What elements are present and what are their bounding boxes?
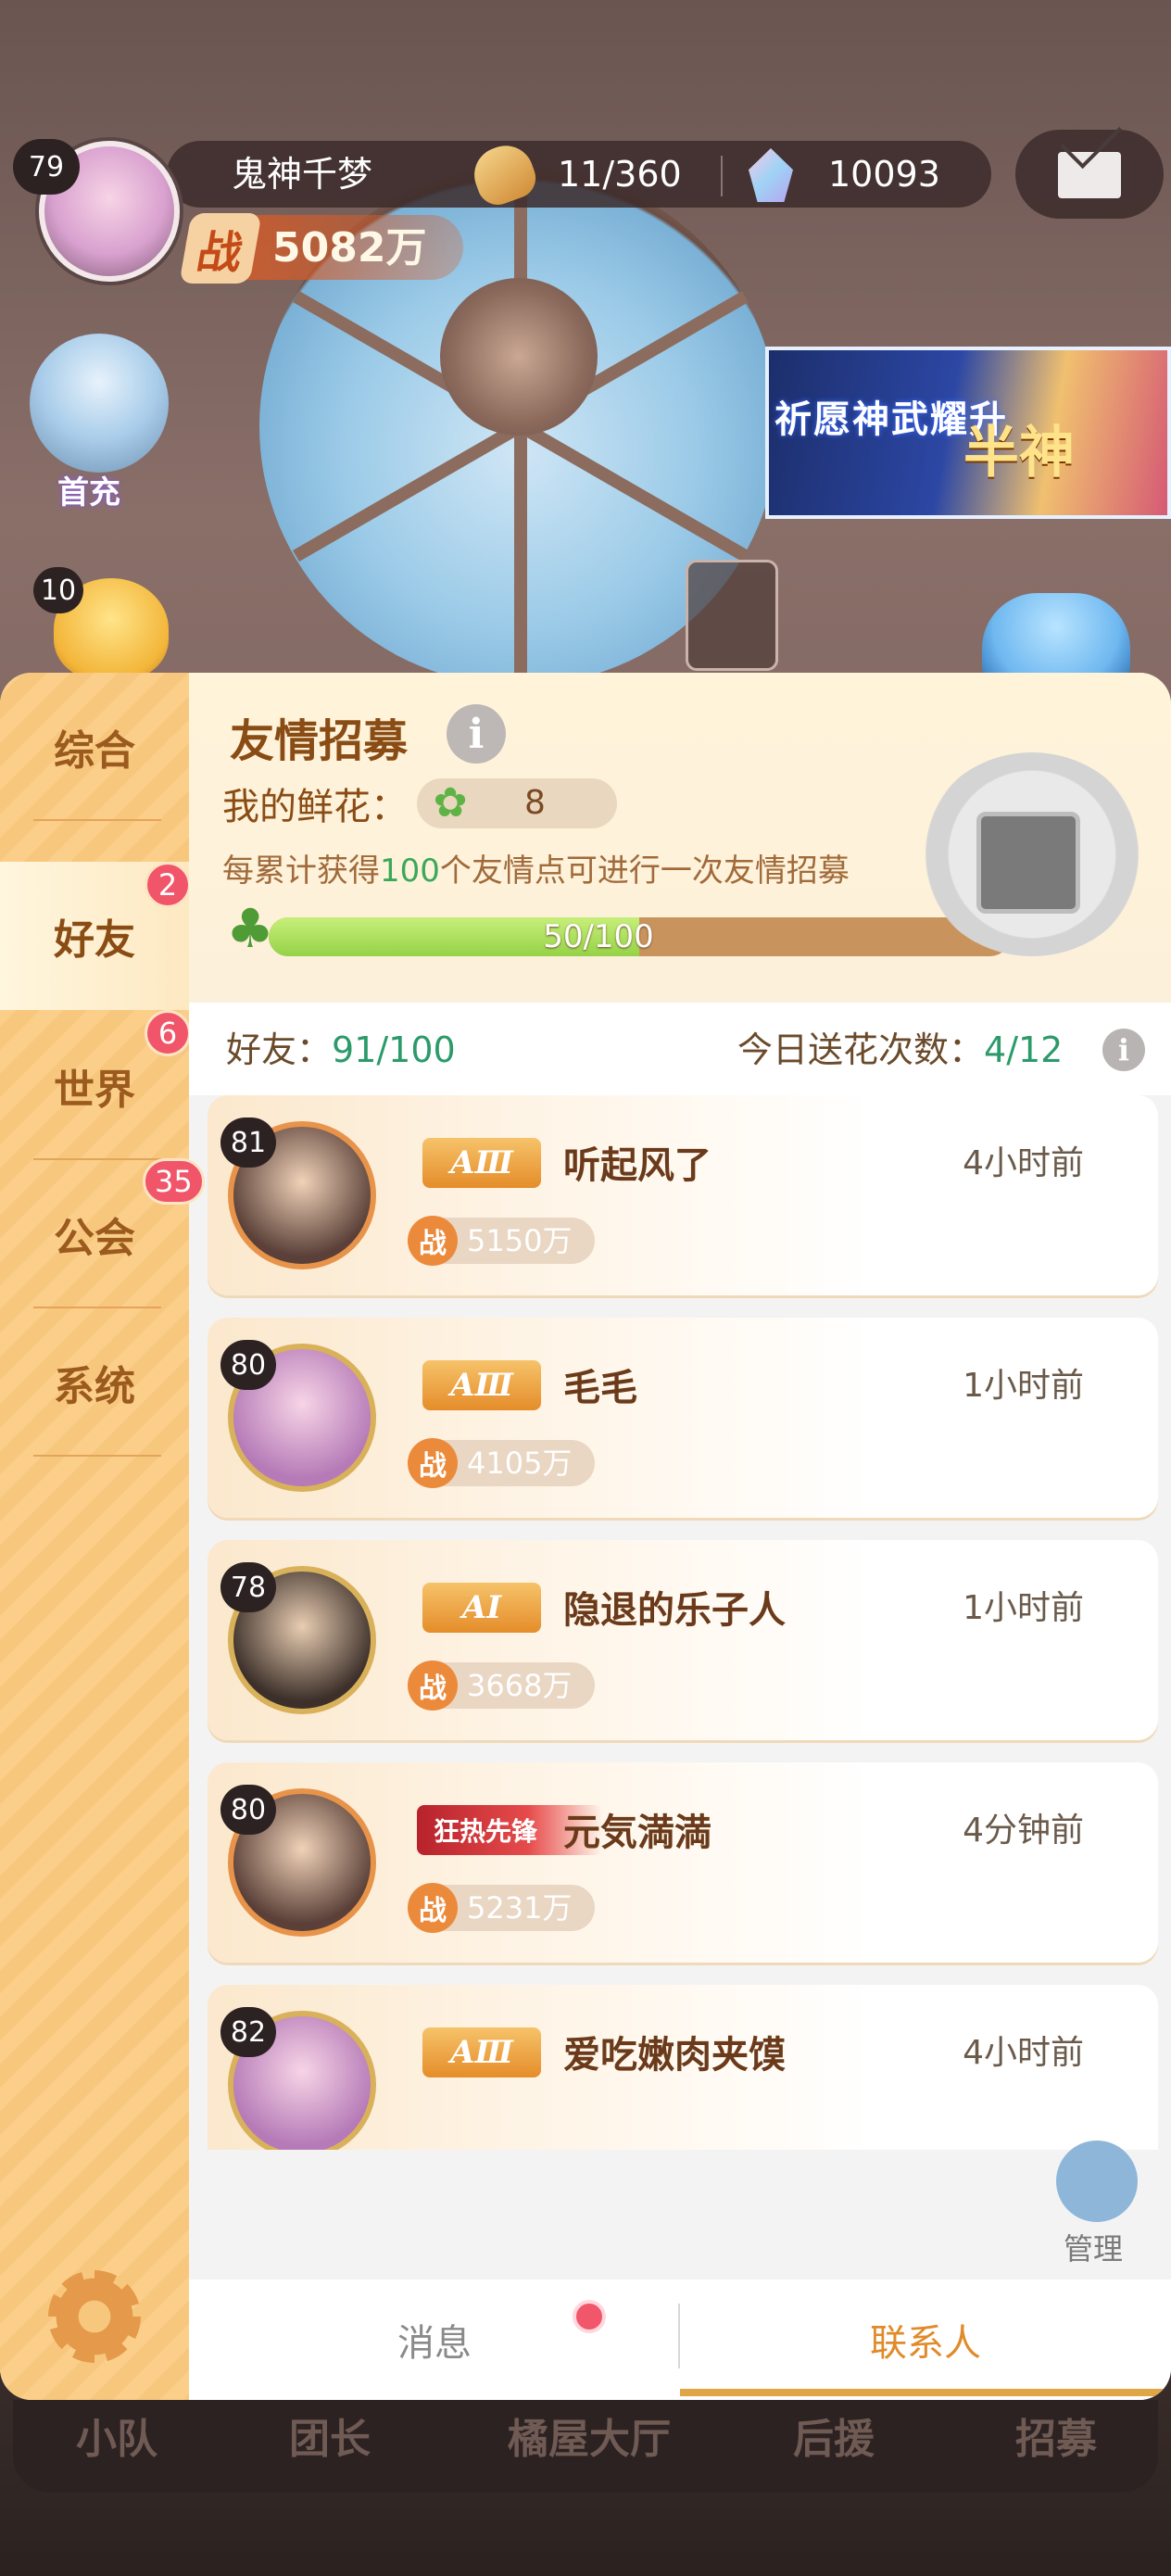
friend-level: 81 xyxy=(220,1118,276,1168)
world-badge: 6 xyxy=(145,1010,191,1056)
bottom-nav-leader[interactable]: 团长 xyxy=(289,2406,371,2465)
friend-power: 3668万 xyxy=(467,1668,573,1703)
player-level: 79 xyxy=(13,139,80,195)
active-tab-underline xyxy=(680,2389,1171,2396)
resource-divider xyxy=(721,156,723,196)
desc-post: 个友情点可进行一次友情招募 xyxy=(439,852,850,890)
friend-power: 4105万 xyxy=(467,1446,573,1481)
friends-badge: 2 xyxy=(145,862,191,908)
friend-name: 隐退的乐子人 xyxy=(563,1589,786,1632)
friend-card[interactable]: 81 AⅢ 听起风了 4小时前 战 5150万 xyxy=(208,1095,1158,1295)
manage-label: 管理 xyxy=(1064,2231,1124,2267)
rank-badge: AⅢ xyxy=(422,2027,541,2077)
player-name: 鬼神千梦 xyxy=(232,154,373,195)
envelope-icon xyxy=(1058,152,1121,198)
stamina-value[interactable]: 11/360 xyxy=(558,148,682,200)
friend-card[interactable]: 82 AⅢ 爱吃嫩肉夹馍 4小时前 xyxy=(208,1985,1158,2150)
unread-dot xyxy=(573,2300,606,2333)
power-icon: 战 xyxy=(408,1438,458,1488)
player-power: 5082万 xyxy=(272,224,427,271)
nav-label: 系统 xyxy=(54,1363,135,1410)
desc-pre: 每累计获得 xyxy=(222,852,380,890)
friend-card[interactable]: 80 狂热先锋 元気満満 4分钟前 战 5231万 xyxy=(208,1762,1158,1963)
pet-level: 10 xyxy=(33,567,83,613)
friend-power: 5231万 xyxy=(467,1890,573,1926)
recruit-description: 每累计获得100个友情点可进行一次友情招募 xyxy=(222,845,850,890)
flower-label: 我的鲜花： xyxy=(222,786,408,828)
friend-card[interactable]: 78 AⅠ 隐退的乐子人 1小时前 战 3668万 xyxy=(208,1540,1158,1740)
info-icon[interactable]: i xyxy=(447,704,506,764)
event-banner-highlight: 半神 xyxy=(963,421,1075,486)
nav-label: 好友 xyxy=(54,916,135,964)
friend-name: 元気満満 xyxy=(563,1812,711,1854)
friends-count-label: 好友： xyxy=(226,1029,333,1070)
friend-name: 毛毛 xyxy=(563,1367,637,1409)
desc-number: 100 xyxy=(380,852,440,890)
wheel-hub xyxy=(440,278,598,436)
friend-power: 5150万 xyxy=(467,1223,573,1258)
flower-value: 8 xyxy=(524,784,546,822)
first-charge-label: 首充 xyxy=(57,474,120,511)
bottom-nav-recruit[interactable]: 招募 xyxy=(1015,2406,1097,2465)
settings-gear-icon[interactable] xyxy=(48,2270,141,2363)
friend-card[interactable]: 80 AⅢ 毛毛 1小时前 战 4105万 xyxy=(208,1318,1158,1518)
rank-badge: AⅢ xyxy=(422,1138,541,1188)
friend-level: 78 xyxy=(220,1562,276,1612)
power-icon: 战 xyxy=(408,1661,458,1711)
power-icon: 战 xyxy=(408,1216,458,1266)
nav-item-system[interactable]: 系统 xyxy=(0,1308,189,1457)
power-icon: 战 xyxy=(179,213,262,284)
friend-level: 82 xyxy=(220,2007,276,2057)
bottom-nav-team[interactable]: 小队 xyxy=(76,2406,157,2465)
last-online: 1小时前 xyxy=(963,1589,1084,1627)
tab-messages[interactable]: 消息 xyxy=(189,2279,680,2400)
bottom-nav-support[interactable]: 后援 xyxy=(793,2406,875,2465)
clover-tree-icon: ♣ xyxy=(226,897,274,960)
friend-level: 80 xyxy=(220,1340,276,1390)
friend-level: 80 xyxy=(220,1785,276,1835)
manage-button[interactable] xyxy=(1056,2140,1138,2222)
last-online: 4分钟前 xyxy=(963,1812,1084,1850)
friend-list[interactable]: 81 AⅢ 听起风了 4小时前 战 5150万 80 AⅢ 毛毛 1小时前 战 … xyxy=(189,1095,1171,2150)
friends-count: 好友：91/100 xyxy=(226,1021,456,1072)
nav-divider xyxy=(33,1455,161,1457)
friends-count-value: 91/100 xyxy=(332,1029,456,1070)
info-icon[interactable]: i xyxy=(1102,1029,1145,1071)
card-icon xyxy=(976,812,1080,914)
gem-value[interactable]: 10093 xyxy=(828,148,940,200)
last-online: 1小时前 xyxy=(963,1367,1084,1405)
nav-label: 公会 xyxy=(54,1215,135,1262)
rank-badge: AⅠ xyxy=(422,1583,541,1633)
flower-send-count: 今日送花次数：4/12 xyxy=(737,1021,1063,1072)
beer-sign xyxy=(686,560,778,671)
nav-label: 世界 xyxy=(54,1067,135,1114)
rank-badge: AⅢ xyxy=(422,1360,541,1410)
friend-name: 爱吃嫩肉夹馍 xyxy=(563,2034,786,2077)
bottom-nav-lobby[interactable]: 橘屋大厅 xyxy=(508,2406,671,2465)
recruit-title: 友情招募 xyxy=(230,715,409,767)
last-online: 4小时前 xyxy=(963,1144,1084,1182)
nav-label: 综合 xyxy=(54,727,135,775)
send-count-value: 4/12 xyxy=(984,1029,1064,1070)
tab-label: 联系人 xyxy=(870,2322,981,2365)
tab-contacts[interactable]: 联系人 xyxy=(680,2279,1171,2400)
progress-text: 50/100 xyxy=(543,918,654,955)
social-panel: 综合 好友 世界 公会 系统 2 6 35 友情招募 i 我的鲜花： ✿ 8 每… xyxy=(0,673,1171,2400)
nav-item-general[interactable]: 综合 xyxy=(0,673,189,821)
last-online: 4小时前 xyxy=(963,2034,1084,2072)
cat-mascot-icon[interactable] xyxy=(982,593,1130,676)
power-icon: 战 xyxy=(408,1883,458,1933)
left-nav: 综合 好友 世界 公会 系统 xyxy=(0,673,189,2400)
friend-name: 听起风了 xyxy=(563,1144,711,1187)
send-count-label: 今日送花次数： xyxy=(737,1029,985,1070)
tab-label: 消息 xyxy=(397,2322,472,2365)
nav-divider xyxy=(33,819,161,821)
first-charge-button[interactable] xyxy=(30,334,169,473)
clover-icon: ✿ xyxy=(433,779,468,827)
